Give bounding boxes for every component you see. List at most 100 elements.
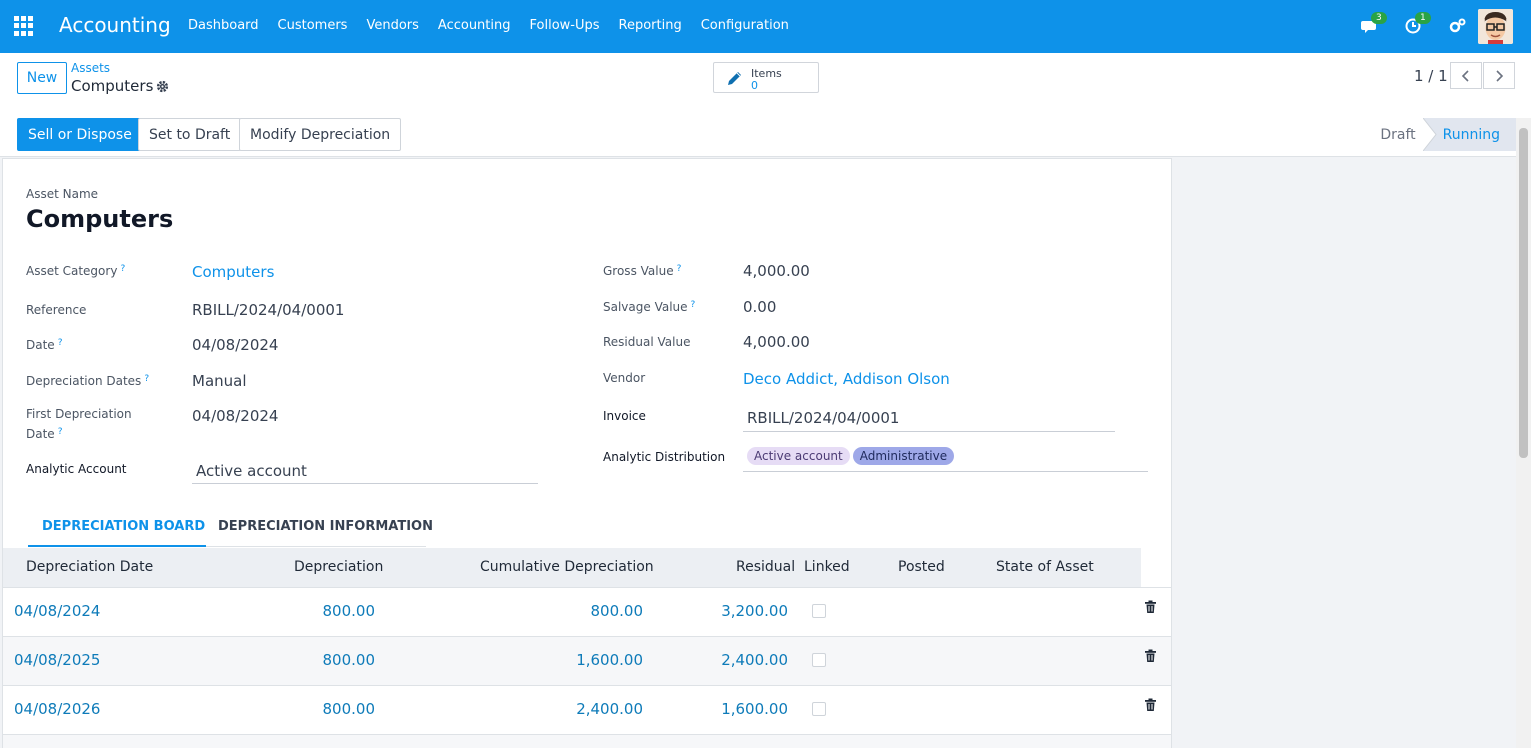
menu-reporting[interactable]: Reporting — [619, 18, 682, 33]
row-residual[interactable]: 3,200.00 — [703, 602, 788, 620]
depreciation-dates-value[interactable]: Manual — [192, 372, 247, 390]
row-date[interactable]: 04/08/2026 — [14, 700, 100, 718]
row-cumulative[interactable]: 800.00 — [523, 602, 644, 620]
table-row[interactable]: 04/08/2024 800.00 800.00 3,200.00 — [3, 587, 1171, 636]
asset-name-label: Asset Name — [26, 187, 99, 201]
row-depreciation[interactable]: 800.00 — [294, 651, 376, 669]
analytic-distribution-label: Analytic Distribution — [603, 450, 726, 464]
menu-follow-ups[interactable]: Follow-Ups — [530, 18, 600, 33]
items-count: 0 — [751, 79, 758, 92]
date-value[interactable]: 04/08/2024 — [192, 336, 278, 354]
column-cumulative-depreciation[interactable]: Cumulative Depreciation — [480, 559, 654, 575]
reference-value[interactable]: RBILL/2024/04/0001 — [192, 301, 344, 319]
invoice-label: Invoice — [603, 409, 646, 423]
analytic-distribution-tags[interactable]: Active account Administrative — [747, 447, 957, 465]
messages-badge: 3 — [1371, 12, 1387, 24]
pencil-icon — [725, 69, 744, 88]
date-label: Date? — [26, 338, 63, 352]
vendor-link[interactable]: Deco Addict, Addison Olson — [743, 370, 950, 388]
column-state-of-asset[interactable]: State of Asset — [996, 559, 1094, 575]
active-tab-indicator — [28, 545, 206, 547]
analytic-tag[interactable]: Active account — [747, 447, 850, 465]
settings-cogs-icon[interactable] — [1449, 17, 1467, 35]
menu-configuration[interactable]: Configuration — [701, 18, 789, 33]
app-name[interactable]: Accounting — [59, 13, 171, 37]
menu-customers[interactable]: Customers — [278, 18, 348, 33]
status-draft[interactable]: Draft — [1370, 118, 1426, 151]
trash-icon[interactable] — [1144, 600, 1157, 614]
pager-previous-button[interactable] — [1450, 62, 1482, 89]
row-linked-checkbox[interactable] — [812, 604, 826, 618]
help-icon[interactable]: ? — [58, 427, 63, 437]
user-avatar[interactable] — [1478, 9, 1513, 44]
trash-icon[interactable] — [1144, 698, 1157, 712]
help-icon[interactable]: ? — [691, 300, 696, 310]
main-menu: Dashboard Customers Vendors Accounting F… — [188, 18, 808, 33]
gross-value-label: Gross Value? — [603, 264, 682, 278]
breadcrumb-assets-link[interactable]: Assets — [71, 61, 110, 75]
asset-category-link[interactable]: Computers — [192, 263, 274, 281]
pager-value[interactable]: 1 / 1 — [1414, 67, 1448, 85]
depreciation-dates-label: Depreciation Dates? — [26, 374, 150, 388]
menu-vendors[interactable]: Vendors — [366, 18, 418, 33]
reference-label: Reference — [26, 303, 87, 317]
column-residual[interactable]: Residual — [736, 559, 795, 575]
items-smart-button[interactable]: Items 0 — [713, 62, 819, 93]
row-depreciation[interactable]: 800.00 — [294, 700, 376, 718]
help-icon[interactable]: ? — [58, 338, 63, 348]
apps-grid-icon[interactable] — [14, 16, 34, 36]
breadcrumb-current: Computers — [71, 77, 154, 95]
help-icon[interactable]: ? — [144, 374, 149, 384]
menu-accounting[interactable]: Accounting — [438, 18, 511, 33]
status-arrow-separator — [1423, 118, 1437, 151]
row-residual[interactable]: 1,600.00 — [703, 700, 788, 718]
row-cumulative[interactable]: 1,600.00 — [523, 651, 643, 669]
column-depreciation-date[interactable]: Depreciation Date — [26, 559, 153, 575]
tab-depreciation-information[interactable]: DEPRECIATION INFORMATION — [218, 519, 433, 534]
residual-value: 4,000.00 — [743, 333, 810, 351]
invoice-underline — [743, 431, 1115, 432]
row-linked-checkbox[interactable] — [812, 702, 826, 716]
table-row[interactable] — [3, 734, 1171, 748]
column-linked[interactable]: Linked — [804, 559, 850, 575]
analytic-tag[interactable]: Administrative — [852, 447, 955, 465]
salvage-value[interactable]: 0.00 — [743, 298, 776, 316]
asset-name-title[interactable]: Computers — [26, 205, 173, 233]
activities-clock-icon[interactable]: 1 — [1405, 12, 1431, 35]
table-row[interactable]: 04/08/2025 800.00 1,600.00 2,400.00 — [3, 636, 1171, 685]
activities-badge: 1 — [1415, 12, 1431, 24]
first-depreciation-value[interactable]: 04/08/2024 — [192, 407, 278, 425]
new-button[interactable]: New — [17, 62, 67, 94]
notebook-tabs: DEPRECIATION BOARD DEPRECIATION INFORMAT… — [28, 516, 433, 547]
analytic-account-underline — [192, 483, 538, 484]
menu-dashboard[interactable]: Dashboard — [188, 18, 259, 33]
vendor-label: Vendor — [603, 371, 646, 385]
column-posted[interactable]: Posted — [898, 559, 945, 575]
help-icon[interactable]: ? — [677, 264, 682, 274]
column-depreciation[interactable]: Depreciation — [294, 559, 383, 575]
row-date[interactable]: 04/08/2024 — [14, 602, 100, 620]
pager-next-button[interactable] — [1483, 62, 1515, 89]
modify-depreciation-button[interactable]: Modify Depreciation — [239, 118, 402, 151]
help-icon[interactable]: ? — [120, 264, 125, 274]
scrollbar-thumb[interactable] — [1519, 128, 1528, 458]
invoice-input[interactable]: RBILL/2024/04/0001 — [747, 409, 899, 427]
gross-value[interactable]: 4,000.00 — [743, 262, 810, 280]
page-scrollbar[interactable] — [1516, 118, 1531, 748]
analytic-account-input[interactable]: Active account — [196, 462, 307, 480]
tab-depreciation-board[interactable]: DEPRECIATION BOARD — [42, 519, 205, 534]
status-running[interactable]: Running — [1424, 118, 1516, 151]
messages-icon[interactable]: 3 — [1361, 12, 1387, 35]
set-to-draft-button[interactable]: Set to Draft — [138, 118, 242, 151]
row-residual[interactable]: 2,400.00 — [703, 651, 788, 669]
gear-icon[interactable] — [156, 80, 169, 93]
trash-icon[interactable] — [1144, 649, 1157, 663]
row-date[interactable]: 04/08/2025 — [14, 651, 100, 669]
row-depreciation[interactable]: 800.00 — [294, 602, 376, 620]
table-row[interactable]: 04/08/2026 800.00 2,400.00 1,600.00 — [3, 685, 1171, 734]
row-linked-checkbox[interactable] — [812, 653, 826, 667]
row-cumulative[interactable]: 2,400.00 — [523, 700, 643, 718]
form-sheet: Asset Name Computers Asset Category? Com… — [2, 158, 1172, 748]
first-depreciation-label-line2: Date? — [26, 427, 63, 441]
sell-dispose-button[interactable]: Sell or Dispose — [17, 118, 143, 151]
